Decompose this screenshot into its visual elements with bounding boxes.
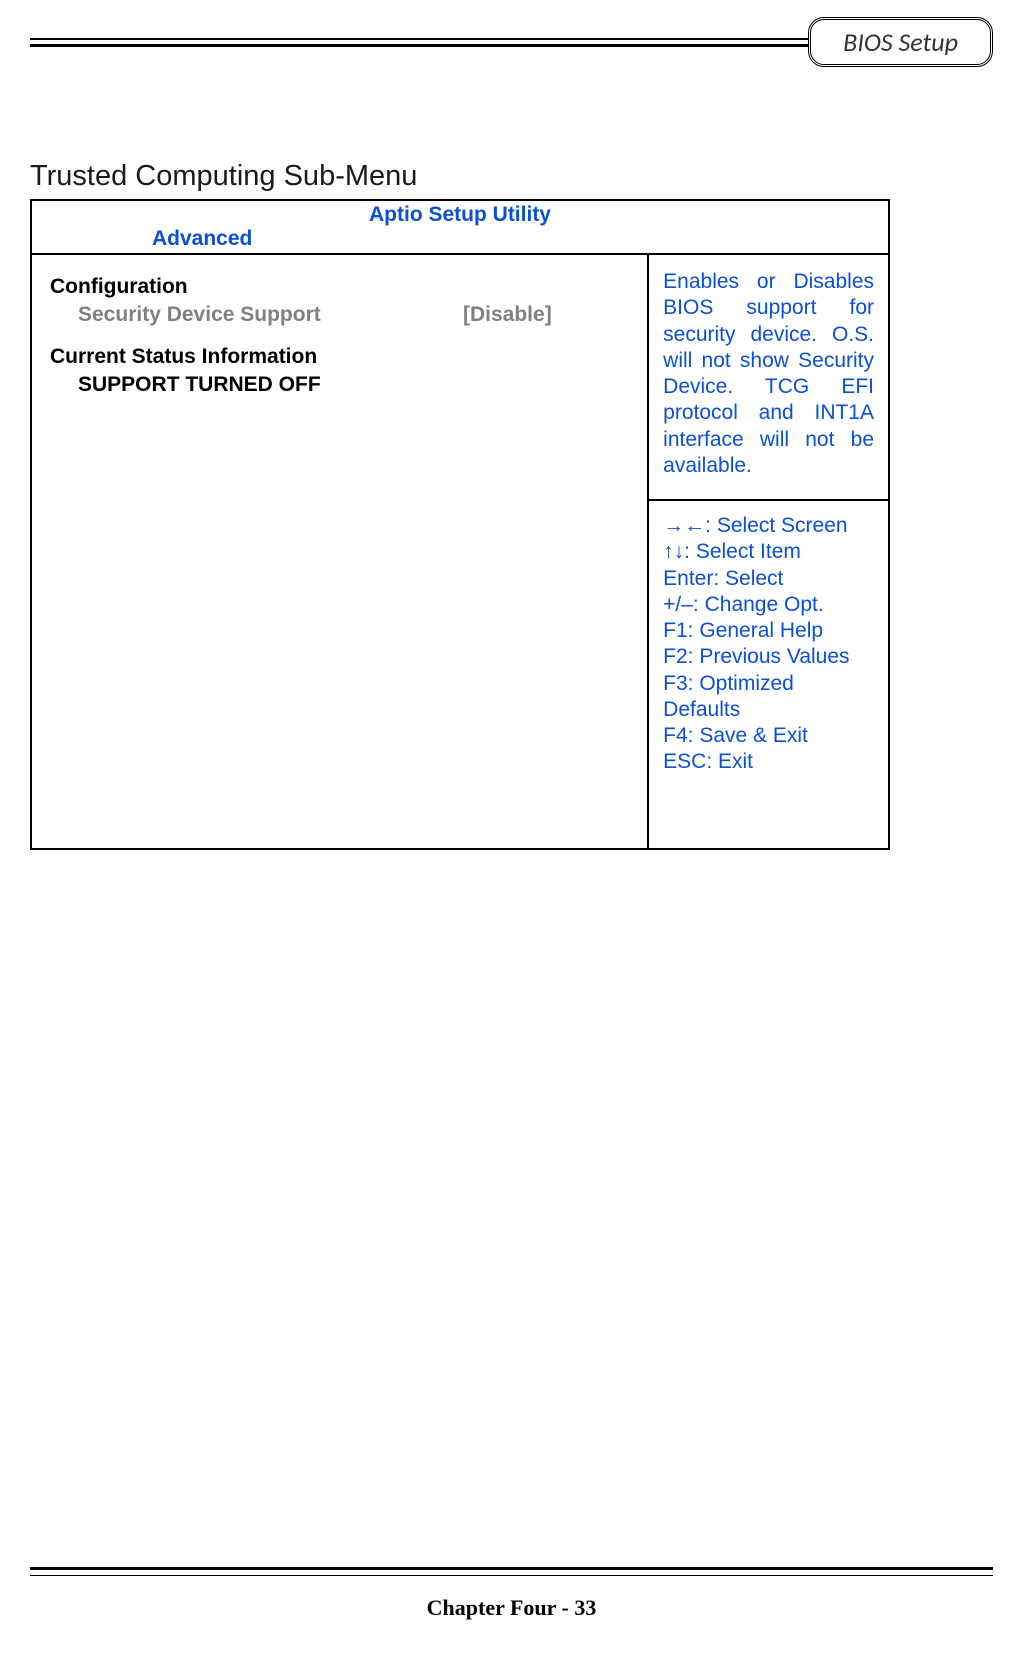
security-device-support-item[interactable]: Security Device Support [Disable]	[50, 303, 637, 327]
key-hint: ESC: Exit	[663, 749, 874, 775]
key-hint: F1: General Help	[663, 618, 874, 644]
bios-body: Configuration Security Device Support [D…	[32, 253, 888, 848]
status-heading: Current Status Information	[50, 345, 637, 369]
status-value: SUPPORT TURNED OFF	[50, 373, 637, 397]
footer-text: Chapter Four - 33	[0, 1595, 1023, 1621]
page-header: BIOS Setup	[30, 35, 993, 47]
item-value: [Disable]	[463, 303, 552, 327]
key-hint: ↑↓: Select Item	[663, 539, 874, 565]
help-text: Enables or Disables BIOS support for sec…	[649, 255, 888, 501]
header-badge: BIOS Setup	[808, 17, 993, 67]
page-content: Trusted Computing Sub-Menu Aptio Setup U…	[30, 160, 993, 850]
footer-rule	[30, 1567, 993, 1576]
keys-box: →←: Select Screen ↑↓: Select Item Enter:…	[649, 501, 888, 848]
bios-utility-title: Aptio Setup Utility	[32, 201, 888, 227]
bios-table: Aptio Setup Utility Advanced Configurati…	[30, 199, 890, 850]
section-title: Trusted Computing Sub-Menu	[30, 160, 993, 193]
key-hint: F2: Previous Values	[663, 644, 874, 670]
bios-tab-advanced: Advanced	[32, 227, 888, 253]
key-hint: Enter: Select	[663, 566, 874, 592]
key-hint: F3: Optimized Defaults	[663, 671, 874, 724]
bios-left-pane: Configuration Security Device Support [D…	[32, 255, 649, 848]
key-hint: →←: Select Screen	[663, 513, 874, 539]
configuration-heading: Configuration	[50, 275, 637, 299]
item-label: Security Device Support	[78, 303, 463, 327]
bios-right-pane: Enables or Disables BIOS support for sec…	[649, 255, 888, 848]
key-hint: +/–: Change Opt.	[663, 592, 874, 618]
key-hint: F4: Save & Exit	[663, 723, 874, 749]
